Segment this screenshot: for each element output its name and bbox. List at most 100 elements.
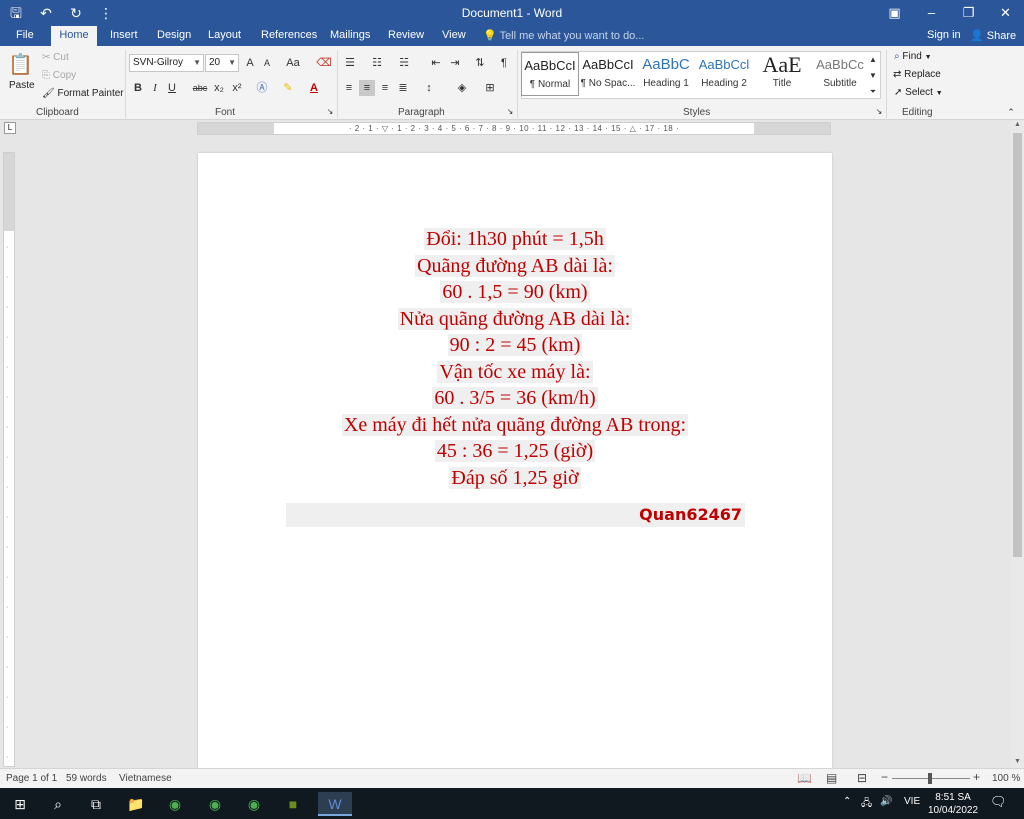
zoom-slider-thumb[interactable] [928,773,932,784]
italic-icon[interactable]: I [147,80,163,96]
sign-in-link[interactable]: Sign in [927,29,961,41]
volume-icon[interactable]: 🔊 [880,796,892,807]
vertical-ruler[interactable]: · · · · · · · · · · · · · · · · · · [3,152,15,767]
styles-scroll-down-icon[interactable]: ▼ [867,68,879,84]
tab-design[interactable]: Design [149,26,199,46]
vertical-scrollbar[interactable]: ▲ ▼ [1011,121,1024,768]
line-spacing-icon[interactable]: ↕ [421,80,437,96]
paste-icon[interactable]: 📋 [8,52,33,78]
tab-view[interactable]: View [434,26,474,46]
tab-layout[interactable]: Layout [200,26,249,46]
align-right-icon[interactable]: ≡ [377,80,393,96]
scroll-up-icon[interactable]: ▲ [1011,121,1024,131]
shading-icon[interactable]: ◈ [454,80,470,96]
word-count[interactable]: 59 words [66,773,107,784]
style-normal[interactable]: AaBbCcI ¶ Normal [521,52,579,96]
windows-start-icon[interactable]: ⊞ [8,792,32,816]
task-view-icon[interactable]: ⧉ [84,792,108,816]
read-mode-icon[interactable]: 📖 [797,771,812,785]
format-painter-button[interactable]: 🖌 Format Painter [42,88,124,99]
tab-insert[interactable]: Insert [102,26,146,46]
decrease-indent-icon[interactable]: ⇤ [428,55,444,71]
change-case-icon[interactable]: Aa [282,55,304,71]
page-count[interactable]: Page 1 of 1 [6,773,57,784]
zoom-level[interactable]: 100 % [992,773,1020,784]
grow-font-icon[interactable]: A [242,55,258,71]
chrome-profile-2-icon[interactable]: ◉ [242,792,266,816]
input-language[interactable]: VIE [904,796,920,807]
notifications-icon[interactable]: 🗨 [990,794,1007,810]
file-explorer-icon[interactable]: 📁 [124,792,148,816]
font-dialog-launcher-icon[interactable]: ↘ [325,107,335,117]
document-body[interactable]: Đổi: 1h30 phút = 1,5h Quãng đường AB dài… [198,226,832,491]
borders-icon[interactable]: ⊞ [482,80,498,96]
tab-review[interactable]: Review [380,26,432,46]
chrome-icon[interactable]: ◉ [163,792,187,816]
superscript-icon[interactable]: x² [229,80,245,96]
style-no-spacing[interactable]: AaBbCcI ¶ No Spac... [579,52,637,96]
minimize-icon[interactable]: – [913,0,950,26]
shrink-font-icon[interactable]: A [259,55,275,71]
justify-icon[interactable]: ≣ [395,80,411,96]
highlight-icon[interactable]: ✎ [280,80,296,96]
multilevel-list-icon[interactable]: ☵ [396,55,412,71]
copy-button[interactable]: ⎘ Copy [42,70,76,81]
minecraft-icon[interactable]: ■ [281,792,305,816]
show-formatting-icon[interactable]: ¶ [496,55,512,71]
document-page[interactable]: Đổi: 1h30 phút = 1,5h Quãng đường AB dài… [198,153,832,773]
cut-button[interactable]: ✂ Cut [42,52,69,63]
tab-file[interactable]: File [8,26,42,46]
tray-chevron-icon[interactable]: ⌃ [843,796,851,807]
styles-scroll-up-icon[interactable]: ▲ [867,52,879,68]
text-effects-icon[interactable]: Ⓐ [254,80,270,96]
word-taskbar-icon[interactable]: W [318,792,352,816]
ribbon-display-options-icon[interactable]: ▣ [876,0,913,26]
language-indicator[interactable]: Vietnamese [119,773,172,784]
select-button[interactable]: ➚ Select ▼ [894,87,943,98]
zoom-in-icon[interactable]: + [973,770,980,784]
taskbar-clock[interactable]: 8:51 SA 10/04/2022 [928,791,978,817]
scrollbar-thumb[interactable] [1013,133,1022,557]
font-name-combo[interactable]: SVN-Gilroy ▼ [129,54,204,72]
styles-more-icon[interactable]: ⏷ [867,84,879,100]
tab-selector[interactable]: L [4,122,16,134]
bullets-icon[interactable]: ☰ [342,55,358,71]
tell-me-box[interactable]: 💡 Tell me what you want to do... [483,29,644,42]
align-center-icon[interactable]: ≡ [359,80,375,96]
search-icon[interactable]: ⌕ [46,792,70,816]
close-icon[interactable]: ✕ [987,0,1024,26]
replace-button[interactable]: ⇄ Replace [893,69,941,80]
collapse-ribbon-icon[interactable]: ⌃ [1005,106,1017,118]
clear-formatting-icon[interactable]: ⌫ [316,55,332,71]
share-button[interactable]: 👤 Share [970,29,1016,42]
bold-icon[interactable]: B [130,80,146,96]
style-title[interactable]: AaE Title [753,52,811,96]
zoom-out-icon[interactable]: − [881,770,888,784]
find-button[interactable]: ⌕ Find ▼ [894,51,932,62]
subscript-icon[interactable]: x₂ [211,80,227,96]
tab-references[interactable]: References [253,26,325,46]
numbering-icon[interactable]: ☷ [369,55,385,71]
print-layout-icon[interactable]: ▤ [826,771,837,785]
paragraph-dialog-launcher-icon[interactable]: ↘ [505,107,515,117]
style-subtitle[interactable]: AaBbCc Subtitle [811,52,869,96]
font-color-icon[interactable]: A [306,80,322,96]
style-heading-1[interactable]: AaBbC Heading 1 [637,52,695,96]
horizontal-ruler[interactable]: · 2 · 1 · ▽ · 1 · 2 · 3 · 4 · 5 · 6 · 7 … [197,122,831,135]
tab-home[interactable]: Home [51,26,97,46]
style-heading-2[interactable]: AaBbCcl Heading 2 [695,52,753,96]
strikethrough-icon[interactable]: abc [190,80,210,96]
web-layout-icon[interactable]: ⊟ [857,771,867,785]
restore-icon[interactable]: ❐ [950,0,987,26]
underline-icon[interactable]: U [164,80,180,96]
scroll-down-icon[interactable]: ▼ [1011,758,1024,768]
network-icon[interactable]: 🖧 [861,796,872,813]
paste-button[interactable]: Paste [9,80,35,91]
chrome-profile-icon[interactable]: ◉ [203,792,227,816]
increase-indent-icon[interactable]: ⇥ [447,55,463,71]
sort-icon[interactable]: ⇅ [472,55,488,71]
styles-dialog-launcher-icon[interactable]: ↘ [874,107,884,117]
tab-mailings[interactable]: Mailings [322,26,378,46]
font-size-combo[interactable]: 20 ▼ [205,54,239,72]
align-left-icon[interactable]: ≡ [341,80,357,96]
